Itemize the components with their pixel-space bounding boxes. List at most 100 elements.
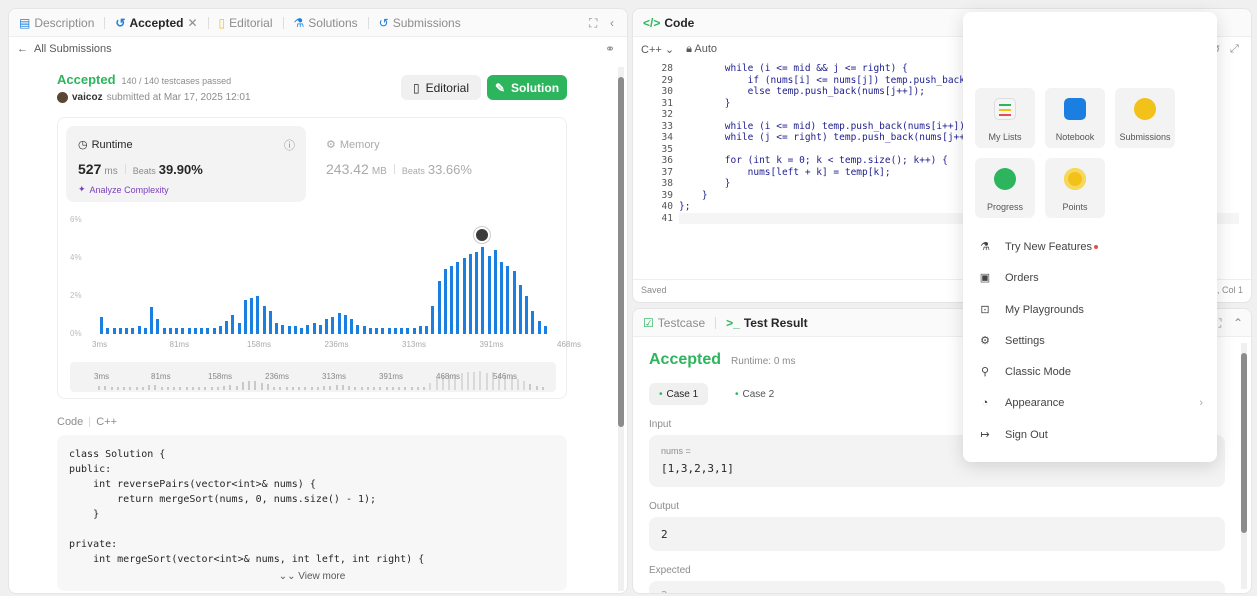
chart-bar[interactable] xyxy=(268,311,272,334)
editorial-button[interactable]: ▯ Editorial xyxy=(401,75,481,100)
chart-bar[interactable] xyxy=(200,328,203,334)
chart-bar[interactable] xyxy=(443,269,447,334)
maximize-icon[interactable]: ⛶ xyxy=(589,17,597,29)
chart-bar[interactable] xyxy=(275,322,278,334)
result-scroll-thumb[interactable] xyxy=(1241,353,1247,533)
chart-bar[interactable] xyxy=(331,316,335,334)
tab-editorial[interactable]: ▯ Editorial xyxy=(219,16,273,30)
chart-bar[interactable] xyxy=(368,328,372,334)
chart-bar[interactable] xyxy=(168,328,172,334)
chart-bar[interactable] xyxy=(406,328,410,334)
chart-bar[interactable] xyxy=(100,316,103,334)
solution-button[interactable]: ✎ Solution xyxy=(487,75,567,100)
avatar[interactable] xyxy=(57,92,68,103)
chart-bar[interactable] xyxy=(543,326,547,334)
range-slider[interactable]: 3ms 81ms 158ms 236ms 313ms 391ms 468ms 546ms xyxy=(70,362,556,392)
chart-bar[interactable] xyxy=(500,261,503,334)
view-more-button[interactable]: ⌄⌄ View more xyxy=(57,571,567,582)
menu-try-new-features[interactable]: ⚗ Try New Features xyxy=(977,240,1099,253)
menu-sign-out[interactable]: ↦ Sign Out xyxy=(977,428,1047,442)
tab-solutions[interactable]: ⚗ Solutions xyxy=(294,16,358,30)
chart-bar[interactable] xyxy=(318,324,322,334)
chart-bar[interactable] xyxy=(418,326,422,334)
chart-bar[interactable] xyxy=(506,265,510,334)
collapse-icon[interactable]: ‹ xyxy=(610,17,614,29)
chart-bar[interactable] xyxy=(343,315,347,334)
chart-bar[interactable] xyxy=(475,252,478,334)
tile-my-lists[interactable]: My Lists xyxy=(975,88,1035,148)
chart-bar[interactable] xyxy=(431,305,435,334)
mode-select[interactable]: 🔒︎ Auto xyxy=(686,43,717,56)
chart-bar[interactable] xyxy=(206,328,210,334)
menu-orders[interactable]: ▣ Orders xyxy=(977,271,1039,285)
chart-bar[interactable] xyxy=(156,318,160,334)
chart-bar[interactable] xyxy=(337,313,341,334)
chart-bar[interactable] xyxy=(375,328,378,334)
info-icon[interactable]: ⓘ xyxy=(284,137,295,153)
chart-bar[interactable] xyxy=(487,256,491,334)
tile-progress[interactable]: Progress xyxy=(975,158,1035,218)
tab-testcase[interactable]: ☑ Testcase xyxy=(643,316,705,330)
chart-bar[interactable] xyxy=(212,328,216,334)
chart-bar[interactable] xyxy=(425,326,428,334)
chart-bar[interactable] xyxy=(181,328,185,334)
close-icon[interactable]: ✕ xyxy=(187,17,197,29)
tile-points[interactable]: Points xyxy=(1045,158,1105,218)
chart-bar[interactable] xyxy=(312,322,316,334)
chart-bar[interactable] xyxy=(393,328,397,334)
chart-bar[interactable] xyxy=(287,326,291,334)
chart-bar[interactable] xyxy=(412,328,416,334)
chart-bar[interactable] xyxy=(193,328,197,334)
chart-bar[interactable] xyxy=(118,328,122,334)
chart-bar[interactable] xyxy=(112,328,116,334)
chart-bar[interactable] xyxy=(137,326,141,334)
chart-bar[interactable] xyxy=(306,324,310,334)
expand-icon[interactable]: ⤢ xyxy=(1230,43,1239,56)
chart-bar[interactable] xyxy=(462,258,466,334)
chart-bar[interactable] xyxy=(450,265,453,334)
chart-bar[interactable] xyxy=(468,254,472,334)
chart-bar[interactable] xyxy=(381,328,385,334)
chart-bar[interactable] xyxy=(350,318,353,334)
tile-notebook[interactable]: Notebook xyxy=(1045,88,1105,148)
user-marker-avatar[interactable] xyxy=(474,226,491,243)
chart-bar[interactable] xyxy=(250,297,253,334)
back-link[interactable]: ← All Submissions xyxy=(17,43,112,55)
memory-label-row[interactable]: ⚙ Memory xyxy=(326,138,380,152)
chart-bar[interactable] xyxy=(456,261,460,334)
chart-bar[interactable] xyxy=(106,328,110,334)
chart-bar[interactable] xyxy=(531,311,535,334)
chart-bar[interactable] xyxy=(300,328,303,334)
runtime-box[interactable]: ◷ Runtime ⓘ 527 ms Beats 39.90% ✦ Analyze … xyxy=(66,126,306,202)
menu-classic-mode[interactable]: ⚲ Classic Mode xyxy=(977,365,1071,379)
chart-bar[interactable] xyxy=(525,296,528,334)
tab-test-result[interactable]: >_ Test Result xyxy=(726,316,807,330)
chart-bar[interactable] xyxy=(281,324,285,334)
chart-bar[interactable] xyxy=(537,320,541,334)
chart-bar[interactable] xyxy=(225,320,228,334)
chart-bar[interactable] xyxy=(150,307,153,334)
left-scroll-thumb[interactable] xyxy=(618,77,624,427)
analyze-complexity-link[interactable]: ✦ Analyze Complexity xyxy=(78,184,169,195)
chart-bar[interactable] xyxy=(162,328,166,334)
tab-code[interactable]: </> Code xyxy=(643,16,694,30)
link-icon[interactable]: ⚭ xyxy=(605,43,615,55)
chart-bar[interactable] xyxy=(256,296,260,334)
chart-bar[interactable] xyxy=(481,246,485,334)
case-2-tab[interactable]: • Case 2 xyxy=(729,383,780,405)
chart-bar[interactable] xyxy=(437,280,441,334)
chart-bar[interactable] xyxy=(325,318,328,334)
chart-bar[interactable] xyxy=(512,271,516,334)
chart-bar[interactable] xyxy=(175,328,178,334)
chart-bar[interactable] xyxy=(218,326,222,334)
chart-bar[interactable] xyxy=(243,299,247,334)
chart-bar[interactable] xyxy=(362,326,366,334)
chart-bar[interactable] xyxy=(293,326,297,334)
tab-submissions[interactable]: ↺ Submissions xyxy=(379,16,461,30)
chart-bar[interactable] xyxy=(493,250,497,334)
username[interactable]: vaicoz xyxy=(72,92,103,103)
chart-bar[interactable] xyxy=(143,328,147,334)
chart-bar[interactable] xyxy=(262,305,266,334)
chart-bar[interactable] xyxy=(400,328,403,334)
tab-accepted[interactable]: ↺ Accepted ✕ xyxy=(115,16,197,30)
